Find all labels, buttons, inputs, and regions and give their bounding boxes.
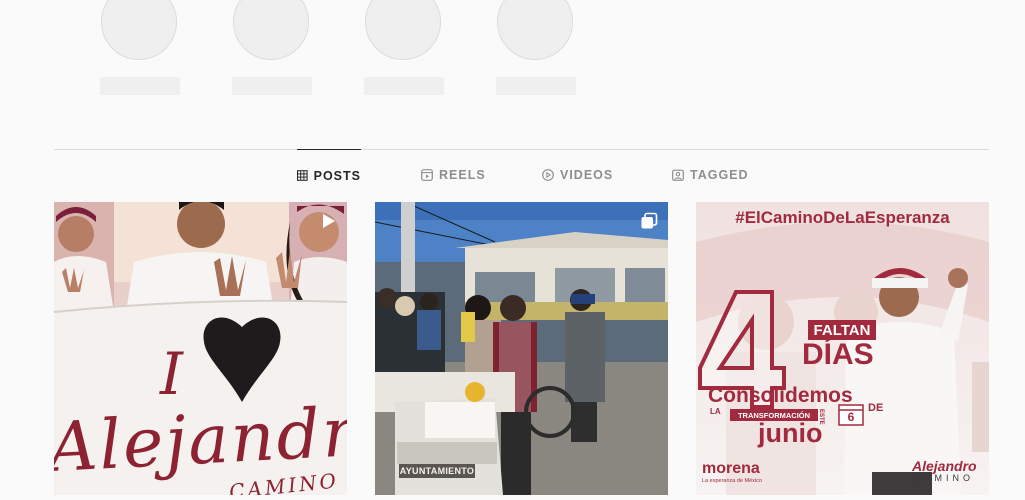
reels-icon xyxy=(421,169,433,181)
highlight-label-placeholder xyxy=(232,77,312,95)
slogan-month: junio xyxy=(758,418,823,448)
story-highlights xyxy=(0,0,1025,120)
highlight-label-placeholder xyxy=(364,77,444,95)
candidate-first-name: Alejandro xyxy=(912,458,977,474)
highlight-placeholder xyxy=(101,0,177,60)
carousel-icon xyxy=(641,212,658,229)
highlight-placeholder xyxy=(497,0,573,60)
ballot-box-label: AYUNTAMIENTO xyxy=(399,464,475,478)
grid-icon xyxy=(297,170,308,181)
highlight-placeholder xyxy=(233,0,309,60)
tab-label: VIDEOS xyxy=(560,168,614,182)
posts-grid: I Alejandro CAMINO AYUNTAMIENTO #ElCamin… xyxy=(54,202,989,500)
tab-label: TAGGED xyxy=(690,168,749,182)
highlight-label-placeholder xyxy=(100,77,180,95)
tab-tagged[interactable]: TAGGED xyxy=(672,149,749,201)
tab-label: POSTS xyxy=(313,168,361,183)
highlight-label-placeholder xyxy=(496,77,576,95)
banner-letter: I xyxy=(160,340,183,408)
post-hashtag: #ElCaminoDeLaEsperanza xyxy=(735,208,950,227)
profile-tabs: POSTS REELS VIDEOS TAGGED xyxy=(0,149,1025,201)
highlight-placeholder xyxy=(365,0,441,60)
tag-icon xyxy=(672,169,684,181)
slogan-de: DE xyxy=(868,402,884,414)
slogan-article: LA xyxy=(710,407,721,416)
tab-posts[interactable]: POSTS xyxy=(297,149,361,201)
tab-label: REELS xyxy=(439,168,486,182)
candidate-last-name: CAMINO xyxy=(914,473,974,483)
tab-videos[interactable]: VIDEOS xyxy=(542,149,613,201)
party-tagline: La esperanza de México xyxy=(702,478,762,484)
slogan-main: Consolidemos xyxy=(708,384,853,407)
play-icon xyxy=(542,169,554,181)
calendar-day: 6 xyxy=(847,410,855,424)
post-thumbnail[interactable]: I Alejandro CAMINO xyxy=(54,202,347,495)
tab-reels[interactable]: REELS xyxy=(421,149,486,201)
post-photo xyxy=(375,202,668,495)
countdown-label: FALTAN xyxy=(813,321,871,339)
party-logo: morena xyxy=(702,460,760,477)
countdown-unit: DÍAS xyxy=(802,338,874,371)
post-thumbnail[interactable]: AYUNTAMIENTO xyxy=(375,202,668,495)
post-thumbnail[interactable]: #ElCaminoDeLaEsperanza FALTAN DÍAS Conso… xyxy=(696,202,989,495)
reel-icon xyxy=(323,214,335,228)
